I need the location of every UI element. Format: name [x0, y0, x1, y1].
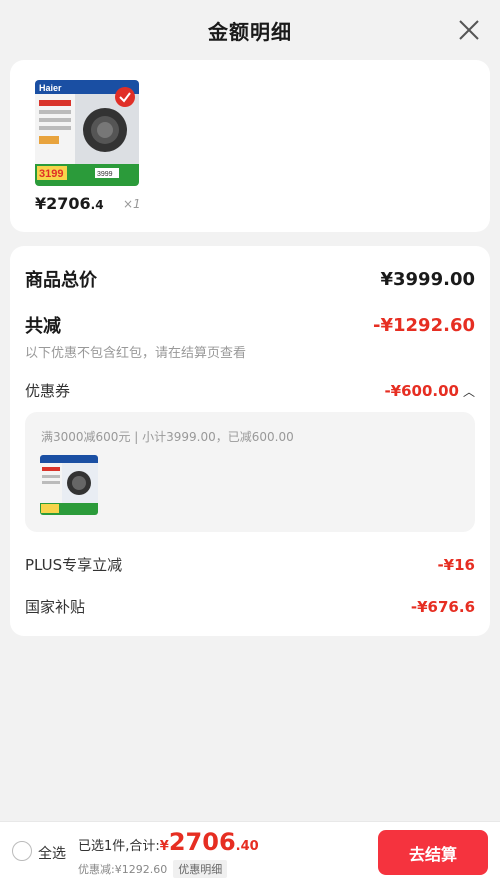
reduce-label: 共减 [25, 316, 61, 337]
checkout-button[interactable]: 去结算 [378, 830, 488, 875]
sum-decimal: .40 [235, 839, 259, 854]
select-all-label[interactable]: 全选 [38, 843, 66, 863]
coupon-label: 优惠券 [25, 382, 71, 400]
total-row: 商品总价 ¥3999.00 [25, 266, 475, 292]
brand-text: Haier [39, 83, 62, 93]
discount-line: 优惠减:¥1292.60 优惠明细 [78, 860, 228, 878]
selected-label: 已选1件,合计: [78, 839, 160, 854]
price-breakdown-card: 商品总价 ¥3999.00 共减 -¥1292.60 以下优惠不包含红包，请在结… [10, 246, 490, 636]
product-image[interactable]: Haier 3199 3999 [35, 80, 139, 186]
coupon-detail-box: 满3000减600元 | 小计3999.00，已减600.00 [25, 412, 475, 532]
plus-row: PLUS专享立减 -¥16 [25, 554, 475, 575]
coupon-value: -¥600.00 [384, 382, 459, 400]
product-price-main: ¥2706 [35, 194, 91, 213]
header: 金额明细 [0, 0, 500, 60]
coupon-detail-text: 满3000减600元 | 小计3999.00，已减600.00 [41, 430, 294, 444]
close-icon[interactable] [458, 19, 480, 41]
discount-text: 优惠减:¥1292.60 [78, 863, 168, 876]
promo-price-text: 3199 [39, 168, 63, 180]
plus-value: -¥16 [437, 555, 475, 574]
select-all-radio[interactable] [12, 841, 32, 861]
plus-label: PLUS专享立减 [25, 556, 123, 574]
checkout-bar: 全选 已选1件,合计: ¥ 2706 .40 优惠减:¥1292.60 优惠明细… [0, 821, 500, 881]
subsidy-label: 国家补贴 [25, 598, 86, 616]
chevron-up-icon[interactable]: ︿ [463, 383, 475, 400]
product-price-decimal: .4 [90, 198, 104, 212]
sum-line: 已选1件,合计: ¥ 2706 .40 [78, 828, 259, 856]
subsidy-value: -¥676.6 [410, 597, 475, 616]
reduce-row: 共减 -¥1292.60 [25, 312, 475, 338]
total-value: ¥3999.00 [380, 268, 475, 290]
coupon-row[interactable]: 优惠券 -¥600.00 ︿ [25, 380, 475, 401]
coupon-value-wrap: -¥600.00 ︿ [384, 381, 475, 400]
discount-note: 以下优惠不包含红包，请在结算页查看 [25, 346, 247, 361]
image-price-text: 3999 [97, 171, 113, 178]
page-title: 金额明细 [208, 19, 292, 44]
coupon-product-thumbnail [40, 455, 98, 515]
product-card: Haier 3199 3999 ¥2706 .4 ×1 [10, 60, 490, 232]
subsidy-row: 国家补贴 -¥676.6 [25, 596, 475, 617]
product-quantity: ×1 [123, 197, 141, 211]
sum-yen: ¥ [159, 839, 169, 854]
product-price: ¥2706 .4 [35, 194, 104, 213]
reduce-value: -¥1292.60 [373, 314, 475, 336]
total-label: 商品总价 [25, 270, 97, 291]
discount-detail-button[interactable]: 优惠明细 [173, 860, 228, 878]
sum-integer: 2706 [168, 828, 236, 856]
